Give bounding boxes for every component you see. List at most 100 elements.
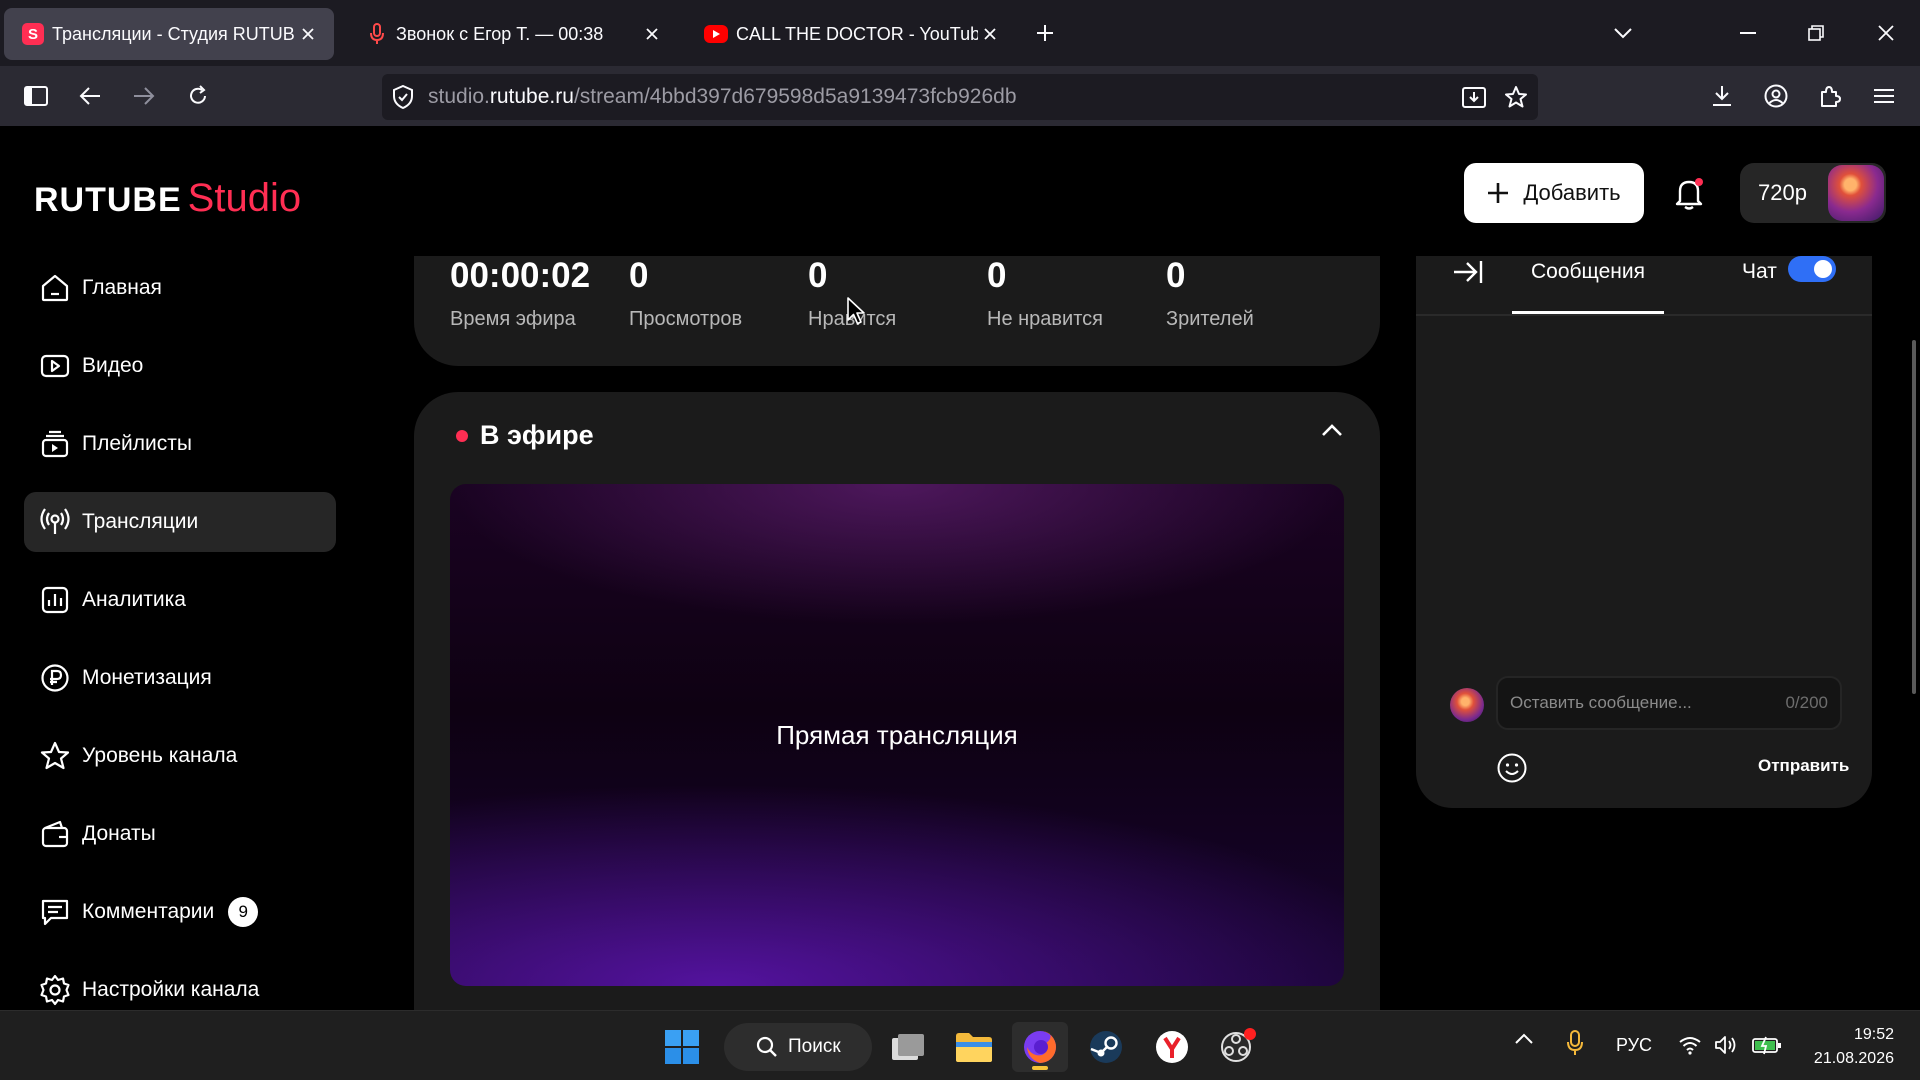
new-tab-plus-icon[interactable]: [1030, 18, 1060, 48]
minimize-icon[interactable]: [1730, 18, 1766, 48]
close-window-icon[interactable]: [1868, 18, 1904, 48]
account-icon[interactable]: [1760, 80, 1792, 112]
browser-tab-call[interactable]: Звонок с Егор Т. — 00:38: [348, 8, 678, 60]
sidebar-item-video[interactable]: Видео: [24, 336, 336, 396]
comments-icon: [38, 895, 72, 929]
sidebar-toggle-icon[interactable]: [20, 80, 52, 112]
obs-studio-icon[interactable]: [1210, 1022, 1266, 1072]
file-explorer-icon[interactable]: [946, 1022, 1002, 1072]
browser-tab-bar: S Трансляции - Студия RUTUBE Звонок с Ег…: [0, 0, 1920, 66]
add-button[interactable]: Добавить: [1464, 163, 1644, 223]
studio-page: RUTUBE Studio Добавить 720p Главная Виде…: [0, 126, 1920, 1010]
chat-message-input[interactable]: Оставить сообщение... 0/200: [1496, 676, 1842, 730]
video-icon: [38, 349, 72, 383]
chat-toggle[interactable]: [1788, 256, 1836, 282]
url-subdomain: studio.: [428, 85, 490, 108]
youtube-favicon-icon: [704, 25, 728, 43]
install-app-icon[interactable]: [1462, 85, 1486, 109]
browser-tab-rutube[interactable]: S Трансляции - Студия RUTUBE: [4, 8, 334, 60]
sidebar-item-channel-settings[interactable]: Настройки канала: [24, 960, 336, 1010]
taskbar-search[interactable]: Поиск: [724, 1023, 872, 1071]
close-tab-icon[interactable]: [296, 22, 320, 46]
taskbar-clock[interactable]: 19:52 21.08.2026: [1814, 1023, 1894, 1071]
chat-input-placeholder: Оставить сообщение...: [1510, 693, 1692, 712]
live-preview-player[interactable]: Прямая трансляция: [450, 484, 1344, 986]
quality-label: 720p: [1758, 180, 1807, 205]
browser-tab-youtube[interactable]: CALL THE DOCTOR - YouTube: [686, 8, 1016, 60]
bookmark-star-icon[interactable]: [1504, 85, 1528, 109]
extensions-icon[interactable]: [1814, 80, 1846, 112]
logo-main: RUTUBE: [34, 181, 182, 219]
tab-list-chevron-down-icon[interactable]: [1608, 18, 1638, 48]
toggle-knob: [1814, 260, 1832, 278]
steam-icon[interactable]: [1078, 1022, 1134, 1072]
url-text: studio.rutube.ru/stream/4bbd397d679598d5…: [428, 85, 1017, 109]
live-dot-icon: [456, 429, 468, 442]
tab-title: Трансляции - Студия RUTUBE: [52, 23, 296, 44]
forward-arrow-icon[interactable]: [128, 80, 160, 112]
reload-icon[interactable]: [182, 80, 214, 112]
live-stream-card: В эфире Прямая трансляция: [414, 392, 1380, 1010]
battery-charging-icon[interactable]: [1752, 1035, 1782, 1055]
stat-air-time: 00:00:02 Время эфира: [450, 256, 590, 331]
address-bar[interactable]: studio.rutube.ru/stream/4bbd397d679598d5…: [382, 74, 1538, 120]
sidebar-item-analytics[interactable]: Аналитика: [24, 570, 336, 630]
collapse-chevron-up-icon[interactable]: [1320, 422, 1344, 438]
comments-count-badge: 9: [228, 897, 259, 927]
clock-time: 19:52: [1853, 1026, 1894, 1043]
microphone-icon[interactable]: [1566, 1029, 1584, 1057]
sidebar-item-donations[interactable]: Донаты: [24, 804, 336, 864]
yandex-browser-icon[interactable]: [1144, 1022, 1200, 1072]
stream-stats-card: 00:00:02 Время эфира 0 Просмотров 0 Нрав…: [414, 256, 1380, 366]
chat-toggle-label: Чат: [1742, 260, 1777, 283]
url-domain: rutube.ru: [489, 85, 574, 108]
search-icon: [756, 1036, 777, 1057]
back-arrow-icon[interactable]: [74, 80, 106, 112]
sidebar-item-playlists[interactable]: Плейлисты: [24, 414, 336, 474]
send-button[interactable]: Отправить: [1758, 756, 1849, 776]
sidebar-item-comments[interactable]: Комментарии 9: [24, 882, 336, 942]
language-indicator[interactable]: РУС: [1616, 1035, 1652, 1056]
chat-header: Сообщения Чат: [1416, 256, 1872, 316]
stat-value: 00:00:02: [450, 256, 591, 295]
sidebar-item-channel-level[interactable]: Уровень канала: [24, 726, 336, 786]
sidebar-item-label: Уровень канала: [82, 744, 238, 767]
wifi-icon[interactable]: [1678, 1035, 1702, 1055]
close-tab-icon[interactable]: [640, 22, 664, 46]
sidebar-item-broadcasts[interactable]: Трансляции: [24, 492, 336, 552]
volume-icon[interactable]: [1714, 1035, 1738, 1055]
notifications-bell-icon[interactable]: [1672, 176, 1706, 210]
char-counter: 0/200: [1785, 693, 1828, 712]
sidebar-item-label: Плейлисты: [82, 432, 192, 455]
sidebar-item-monetization[interactable]: Монетизация: [24, 648, 336, 708]
emoji-smiley-icon[interactable]: [1496, 752, 1528, 784]
rutube-studio-logo[interactable]: RUTUBE Studio: [34, 176, 301, 221]
restore-icon[interactable]: [1798, 18, 1834, 48]
tab-messages[interactable]: Сообщения: [1512, 256, 1664, 314]
downloads-icon[interactable]: [1706, 80, 1738, 112]
profile-menu[interactable]: 720p: [1740, 163, 1886, 223]
home-icon: [38, 271, 72, 305]
windows-start-icon[interactable]: [654, 1022, 710, 1072]
logo-sub: Studio: [187, 176, 302, 220]
menu-hamburger-icon[interactable]: [1868, 80, 1900, 112]
close-tab-icon[interactable]: [978, 22, 1002, 46]
stat-views: 0 Просмотров: [629, 256, 742, 331]
tray-overflow-chevron-up-icon[interactable]: [1514, 1033, 1534, 1045]
stat-label: Не нравится: [987, 308, 1103, 330]
browser-nav-bar: studio.rutube.ru/stream/4bbd397d679598d5…: [0, 66, 1920, 126]
sidebar-item-home[interactable]: Главная: [24, 258, 336, 318]
collapse-panel-arrow-icon[interactable]: [1452, 258, 1484, 286]
firefox-icon[interactable]: [1012, 1022, 1068, 1072]
playlist-icon: [38, 427, 72, 461]
task-view-icon[interactable]: [880, 1022, 936, 1072]
windows-taskbar: Поиск РУС 19:52 21.08.2026: [0, 1010, 1920, 1080]
shield-icon[interactable]: [392, 85, 414, 109]
avatar[interactable]: [1828, 165, 1884, 221]
clock-date: 21.08.2026: [1813, 1050, 1894, 1067]
page-scrollbar[interactable]: [1912, 340, 1916, 694]
broadcast-icon: [38, 505, 72, 539]
sidebar-item-label: Главная: [82, 276, 162, 299]
sidebar-item-label: Комментарии: [82, 900, 215, 923]
wallet-icon: [38, 817, 72, 851]
